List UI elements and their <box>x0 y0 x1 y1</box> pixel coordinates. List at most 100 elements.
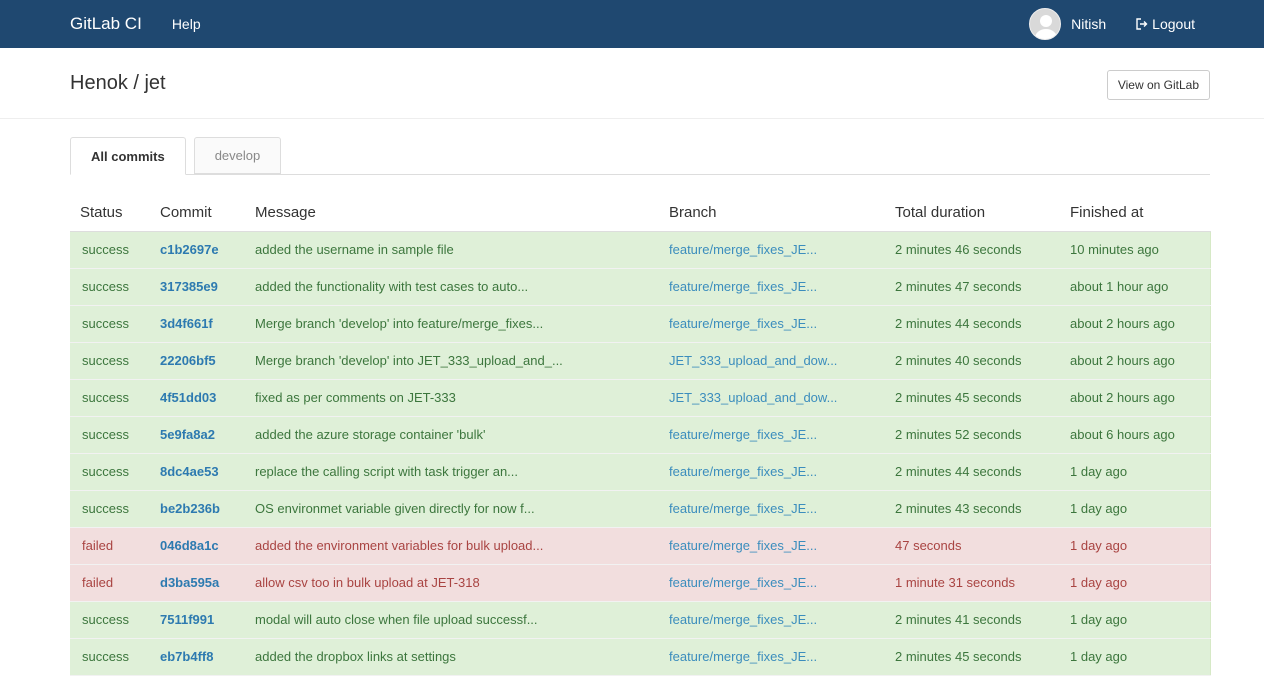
branch-cell: feature/merge_fixes_JE... <box>659 638 885 676</box>
branch-cell: feature/merge_fixes_JE... <box>659 305 885 343</box>
branch-link[interactable]: feature/merge_fixes_JE... <box>669 612 817 627</box>
branch-link[interactable]: feature/merge_fixes_JE... <box>669 427 817 442</box>
commit-link[interactable]: 5e9fa8a2 <box>160 427 215 442</box>
status-cell: success <box>70 601 150 639</box>
commit-link[interactable]: 7511f991 <box>160 612 214 627</box>
tab-develop[interactable]: develop <box>193 137 282 174</box>
finished-cell: about 2 hours ago <box>1060 379 1211 417</box>
finished-cell: about 1 hour ago <box>1060 268 1211 306</box>
username-link[interactable]: Nitish <box>1071 16 1106 32</box>
duration-cell: 2 minutes 43 seconds <box>885 490 1060 528</box>
table-row[interactable]: success 8dc4ae53 replace the calling scrip… <box>70 453 1211 491</box>
commit-cell: 4f51dd03 <box>150 379 245 417</box>
tab-all-commits[interactable]: All commits <box>70 137 186 175</box>
table-row[interactable]: success be2b236b OS environmet variable gi… <box>70 490 1211 528</box>
user-silhouette-icon <box>1035 15 1058 39</box>
commit-cell: eb7b4ff8 <box>150 638 245 676</box>
commit-link[interactable]: 3d4f661f <box>160 316 213 331</box>
column-header-duration: Total duration <box>885 194 1060 232</box>
top-navbar: GitLab CI Help Nitish Logout <box>0 0 1264 48</box>
column-header-status: Status <box>70 194 150 232</box>
duration-cell: 2 minutes 40 seconds <box>885 342 1060 380</box>
message-cell: added the environment variables for bulk… <box>245 527 659 565</box>
status-cell: failed <box>70 527 150 565</box>
commit-link[interactable]: d3ba595a <box>160 575 219 590</box>
status-cell: success <box>70 453 150 491</box>
branch-cell: JET_333_upload_and_dow... <box>659 379 885 417</box>
commit-link[interactable]: c1b2697e <box>160 242 219 257</box>
commit-cell: be2b236b <box>150 490 245 528</box>
commit-link[interactable]: 8dc4ae53 <box>160 464 219 479</box>
branch-link[interactable]: JET_333_upload_and_dow... <box>669 390 837 405</box>
branch-link[interactable]: feature/merge_fixes_JE... <box>669 649 817 664</box>
message-cell: added the username in sample file <box>245 231 659 269</box>
commit-link[interactable]: 22206bf5 <box>160 353 216 368</box>
table-row[interactable]: success c1b2697e added the username in sam… <box>70 231 1211 269</box>
branch-cell: feature/merge_fixes_JE... <box>659 490 885 528</box>
status-cell: success <box>70 416 150 454</box>
branch-cell: feature/merge_fixes_JE... <box>659 268 885 306</box>
avatar[interactable] <box>1029 8 1062 40</box>
sign-out-icon <box>1136 18 1148 30</box>
branch-tabs: All commits develop <box>70 137 1210 175</box>
table-row[interactable]: success 22206bf5 Merge branch 'develop' in… <box>70 342 1211 380</box>
help-link[interactable]: Help <box>172 16 201 32</box>
table-row[interactable]: success 3d4f661f Merge branch 'develop' in… <box>70 305 1211 343</box>
commit-link[interactable]: be2b236b <box>160 501 220 516</box>
table-row[interactable]: success 5e9fa8a2 added the azure storage c… <box>70 416 1211 454</box>
branch-link[interactable]: feature/merge_fixes_JE... <box>669 538 817 553</box>
status-cell: success <box>70 379 150 417</box>
duration-cell: 2 minutes 44 seconds <box>885 305 1060 343</box>
table-row[interactable]: success eb7b4ff8 added the dropbox links a… <box>70 638 1211 676</box>
brand-link[interactable]: GitLab CI <box>70 14 142 34</box>
message-cell: Merge branch 'develop' into feature/merg… <box>245 305 659 343</box>
branch-cell: feature/merge_fixes_JE... <box>659 231 885 269</box>
finished-cell: 10 minutes ago <box>1060 231 1211 269</box>
branch-link[interactable]: feature/merge_fixes_JE... <box>669 501 817 516</box>
column-header-finished: Finished at <box>1060 194 1211 232</box>
commit-link[interactable]: 317385e9 <box>160 279 218 294</box>
table-row[interactable]: success 4f51dd03 fixed as per comments on … <box>70 379 1211 417</box>
logout-link[interactable]: Logout <box>1136 16 1195 32</box>
commit-cell: d3ba595a <box>150 564 245 602</box>
status-cell: failed <box>70 564 150 602</box>
duration-cell: 2 minutes 41 seconds <box>885 601 1060 639</box>
branch-link[interactable]: feature/merge_fixes_JE... <box>669 279 817 294</box>
branch-cell: feature/merge_fixes_JE... <box>659 601 885 639</box>
table-header-row: Status Commit Message Branch Total durat… <box>70 194 1211 232</box>
commit-cell: 3d4f661f <box>150 305 245 343</box>
message-cell: added the functionality with test cases … <box>245 268 659 306</box>
duration-cell: 2 minutes 45 seconds <box>885 379 1060 417</box>
branch-link[interactable]: feature/merge_fixes_JE... <box>669 242 817 257</box>
branch-link[interactable]: feature/merge_fixes_JE... <box>669 316 817 331</box>
branch-cell: feature/merge_fixes_JE... <box>659 527 885 565</box>
message-cell: allow csv too in bulk upload at JET-318 <box>245 564 659 602</box>
table-row[interactable]: success 317385e9 added the functionality w… <box>70 268 1211 306</box>
commit-cell: 7511f991 <box>150 601 245 639</box>
commit-link[interactable]: 046d8a1c <box>160 538 219 553</box>
branch-link[interactable]: feature/merge_fixes_JE... <box>669 464 817 479</box>
branch-cell: feature/merge_fixes_JE... <box>659 453 885 491</box>
finished-cell: about 2 hours ago <box>1060 305 1211 343</box>
duration-cell: 2 minutes 44 seconds <box>885 453 1060 491</box>
commit-link[interactable]: eb7b4ff8 <box>160 649 213 664</box>
branch-cell: feature/merge_fixes_JE... <box>659 564 885 602</box>
commit-cell: 317385e9 <box>150 268 245 306</box>
branch-link[interactable]: feature/merge_fixes_JE... <box>669 575 817 590</box>
view-on-gitlab-button[interactable]: View on GitLab <box>1106 70 1210 100</box>
message-cell: OS environmet variable given directly fo… <box>245 490 659 528</box>
message-cell: modal will auto close when file upload s… <box>245 601 659 639</box>
table-row[interactable]: failed d3ba595a allow csv too in bulk uplo… <box>70 564 1211 602</box>
status-cell: success <box>70 305 150 343</box>
status-cell: success <box>70 268 150 306</box>
duration-cell: 2 minutes 47 seconds <box>885 268 1060 306</box>
finished-cell: 1 day ago <box>1060 453 1211 491</box>
branch-cell: feature/merge_fixes_JE... <box>659 416 885 454</box>
status-cell: success <box>70 342 150 380</box>
page-title: Henok / jet <box>70 72 166 94</box>
duration-cell: 47 seconds <box>885 527 1060 565</box>
commit-link[interactable]: 4f51dd03 <box>160 390 216 405</box>
branch-link[interactable]: JET_333_upload_and_dow... <box>669 353 837 368</box>
table-row[interactable]: success 7511f991 modal will auto close whe… <box>70 601 1211 639</box>
table-row[interactable]: failed 046d8a1c added the environment vari… <box>70 527 1211 565</box>
